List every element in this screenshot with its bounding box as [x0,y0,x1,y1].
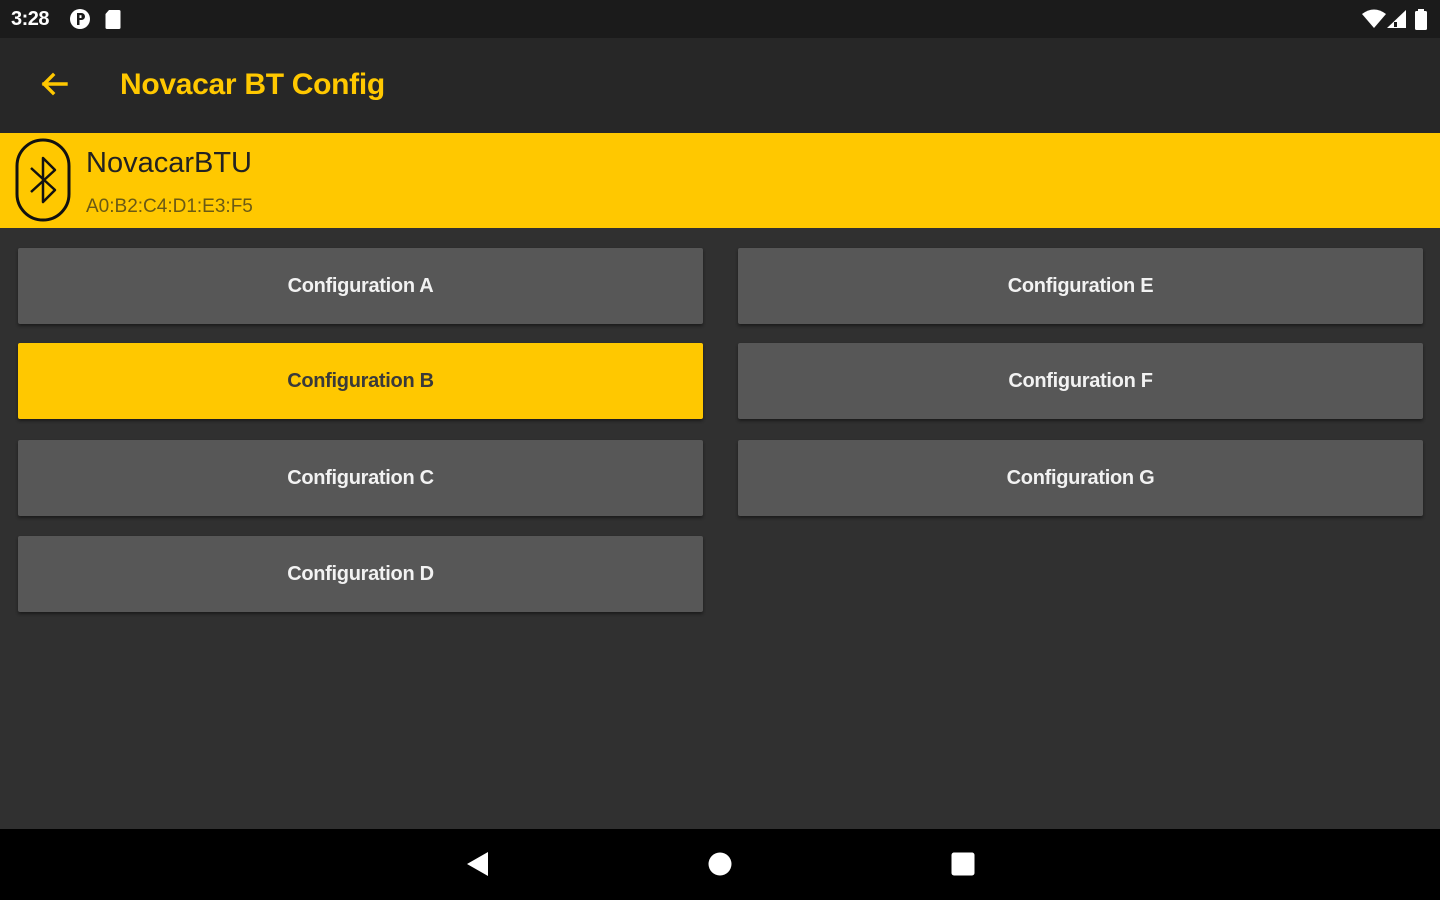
navigation-bar [0,829,1440,900]
signal-icon [1386,9,1408,34]
back-triangle-icon [465,851,489,882]
home-circle-icon [707,851,733,882]
config-e-button[interactable]: Configuration E [738,248,1423,324]
back-button[interactable] [28,60,80,112]
config-b-label: Configuration B [287,369,434,392]
config-f-button[interactable]: Configuration F [738,343,1423,419]
bluetooth-icon [14,137,72,228]
config-c-label: Configuration C [287,466,434,489]
config-g-label: Configuration G [1006,466,1155,489]
status-time: 3:28 [11,8,50,30]
page-title: Novacar BT Config [120,68,385,101]
nav-back-button[interactable] [462,851,492,881]
sd-card-icon [104,8,122,35]
status-bar: 3:28 [0,0,1440,38]
config-g-button[interactable]: Configuration G [738,440,1423,516]
config-d-label: Configuration D [287,562,434,585]
config-d-button[interactable]: Configuration D [18,536,703,612]
recents-square-icon [950,851,976,882]
config-f-label: Configuration F [1008,369,1153,392]
device-banner[interactable]: NovacarBTU A0:B2:C4:D1:E3:F5 [0,133,1440,228]
device-address: A0:B2:C4:D1:E3:F5 [86,196,253,217]
config-a-button[interactable]: Configuration A [18,248,703,324]
p-circle-icon [69,8,91,35]
config-a-label: Configuration A [287,274,434,297]
arrow-left-icon [39,71,69,102]
battery-icon [1414,9,1428,36]
config-e-label: Configuration E [1007,274,1154,297]
nav-home-button[interactable] [705,851,735,881]
config-c-button[interactable]: Configuration C [18,440,703,516]
wifi-icon [1361,9,1387,34]
config-b-button[interactable]: Configuration B [18,343,703,419]
app-bar: Novacar BT Config [0,38,1440,133]
nav-recents-button[interactable] [948,851,978,881]
device-name: NovacarBTU [86,147,252,179]
